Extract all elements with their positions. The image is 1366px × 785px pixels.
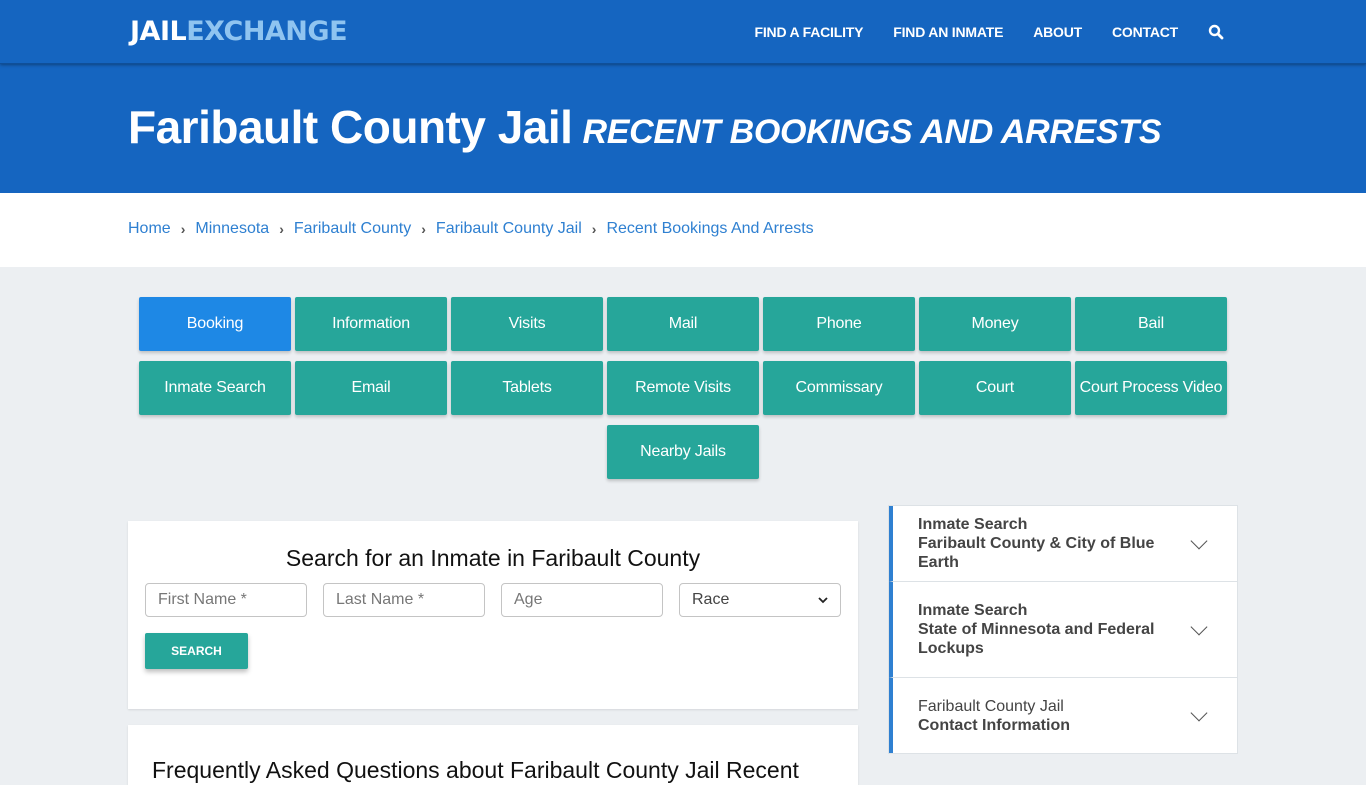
first-name-field[interactable] (145, 583, 307, 617)
chevron-right-icon: › (279, 221, 284, 237)
age-field[interactable] (501, 583, 663, 617)
nav-find-an-inmate[interactable]: FIND AN INMATE (893, 24, 1003, 40)
breadcrumb: Home › Minnesota › Faribault County › Fa… (128, 220, 814, 238)
page-subtitle: RECENT BOOKINGS AND ARRESTS (582, 113, 1162, 151)
last-name-field[interactable] (323, 583, 485, 617)
site-logo[interactable]: JAILEXCHANGE (130, 16, 348, 47)
tile-visits[interactable]: Visits (451, 297, 603, 351)
accordion-inmate-search-county[interactable]: Inmate Search Faribault County & City of… (889, 506, 1237, 582)
chevron-right-icon: › (591, 221, 597, 237)
breadcrumb-faribault-county[interactable]: Faribault County (294, 220, 411, 238)
nav-find-a-facility[interactable]: FIND A FACILITY (755, 24, 864, 40)
tile-court[interactable]: Court (919, 361, 1071, 415)
breadcrumb-bar: Home › Minnesota › Faribault County › Fa… (0, 193, 1366, 267)
accordion-line1: Inmate Search (918, 602, 1028, 619)
tile-mail[interactable]: Mail (607, 297, 759, 351)
search-icon[interactable] (1208, 24, 1224, 40)
faq-heading: Frequently Asked Questions about Faribau… (152, 757, 799, 783)
tile-nearby-jails[interactable]: Nearby Jails (607, 425, 759, 479)
breadcrumb-home[interactable]: Home (128, 220, 171, 238)
accordion-contact-information[interactable]: Faribault County Jail Contact Informatio… (889, 678, 1237, 753)
accordion-line2: Faribault County & City of Blue Earth (918, 535, 1155, 571)
sidebar-accordion: Inmate Search Faribault County & City of… (888, 505, 1238, 754)
logo-exchange-text: EXCHANGE (186, 16, 348, 47)
tile-inmate-search[interactable]: Inmate Search (139, 361, 291, 415)
tile-tablets[interactable]: Tablets (451, 361, 603, 415)
page-title-main: Faribault County Jail (128, 101, 573, 153)
tile-court-process-video[interactable]: Court Process Video (1075, 361, 1227, 415)
page-title: Faribault County Jail RECENT BOOKINGS AND… (128, 100, 1162, 154)
first-name-input[interactable] (158, 591, 294, 609)
chevron-right-icon: › (180, 221, 186, 237)
last-name-input[interactable] (336, 591, 472, 609)
tile-bail[interactable]: Bail (1075, 297, 1227, 351)
accordion-line1: Faribault County Jail (918, 697, 1064, 715)
faq-card: Frequently Asked Questions about Faribau… (128, 725, 858, 785)
inmate-search-card: Search for an Inmate in Faribault County… (128, 521, 858, 709)
tile-commissary[interactable]: Commissary (763, 361, 915, 415)
top-navbar: JAILEXCHANGE FIND A FACILITY FIND AN INM… (0, 0, 1366, 64)
nav-about[interactable]: ABOUT (1033, 24, 1082, 40)
main-nav: FIND A FACILITY FIND AN INMATE ABOUT CON… (725, 0, 1224, 64)
chevron-down-icon (1190, 532, 1208, 549)
breadcrumb-faribault-county-jail[interactable]: Faribault County Jail (436, 220, 582, 238)
tile-booking[interactable]: Booking (139, 297, 291, 351)
chevron-down-icon (818, 591, 828, 609)
tile-email[interactable]: Email (295, 361, 447, 415)
search-button[interactable]: SEARCH (145, 633, 248, 669)
chevron-right-icon: › (421, 221, 426, 237)
tile-remote-visits[interactable]: Remote Visits (607, 361, 759, 415)
race-select-value: Race (692, 591, 730, 608)
accordion-line1: Inmate Search (918, 516, 1028, 533)
page-hero: Faribault County Jail RECENT BOOKINGS AND… (0, 64, 1366, 193)
tile-money[interactable]: Money (919, 297, 1071, 351)
facility-section-buttons: Booking Information Visits Mail Phone Mo… (137, 297, 1229, 489)
accordion-line2: State of Minnesota and Federal Lockups (918, 621, 1155, 657)
inmate-search-heading: Search for an Inmate in Faribault County (285, 545, 701, 571)
accordion-inmate-search-state[interactable]: Inmate Search State of Minnesota and Fed… (889, 582, 1237, 678)
nav-contact[interactable]: CONTACT (1112, 24, 1178, 40)
tile-phone[interactable]: Phone (763, 297, 915, 351)
tile-information[interactable]: Information (295, 297, 447, 351)
logo-jail-text: JAIL (130, 16, 187, 47)
chevron-down-icon (1190, 704, 1208, 721)
chevron-down-icon (1190, 618, 1208, 635)
race-select[interactable]: Race (679, 583, 841, 617)
accordion-line2: Contact Information (918, 716, 1070, 734)
age-input[interactable] (514, 591, 650, 609)
breadcrumb-minnesota[interactable]: Minnesota (195, 220, 269, 238)
breadcrumb-recent-bookings[interactable]: Recent Bookings And Arrests (606, 220, 813, 238)
